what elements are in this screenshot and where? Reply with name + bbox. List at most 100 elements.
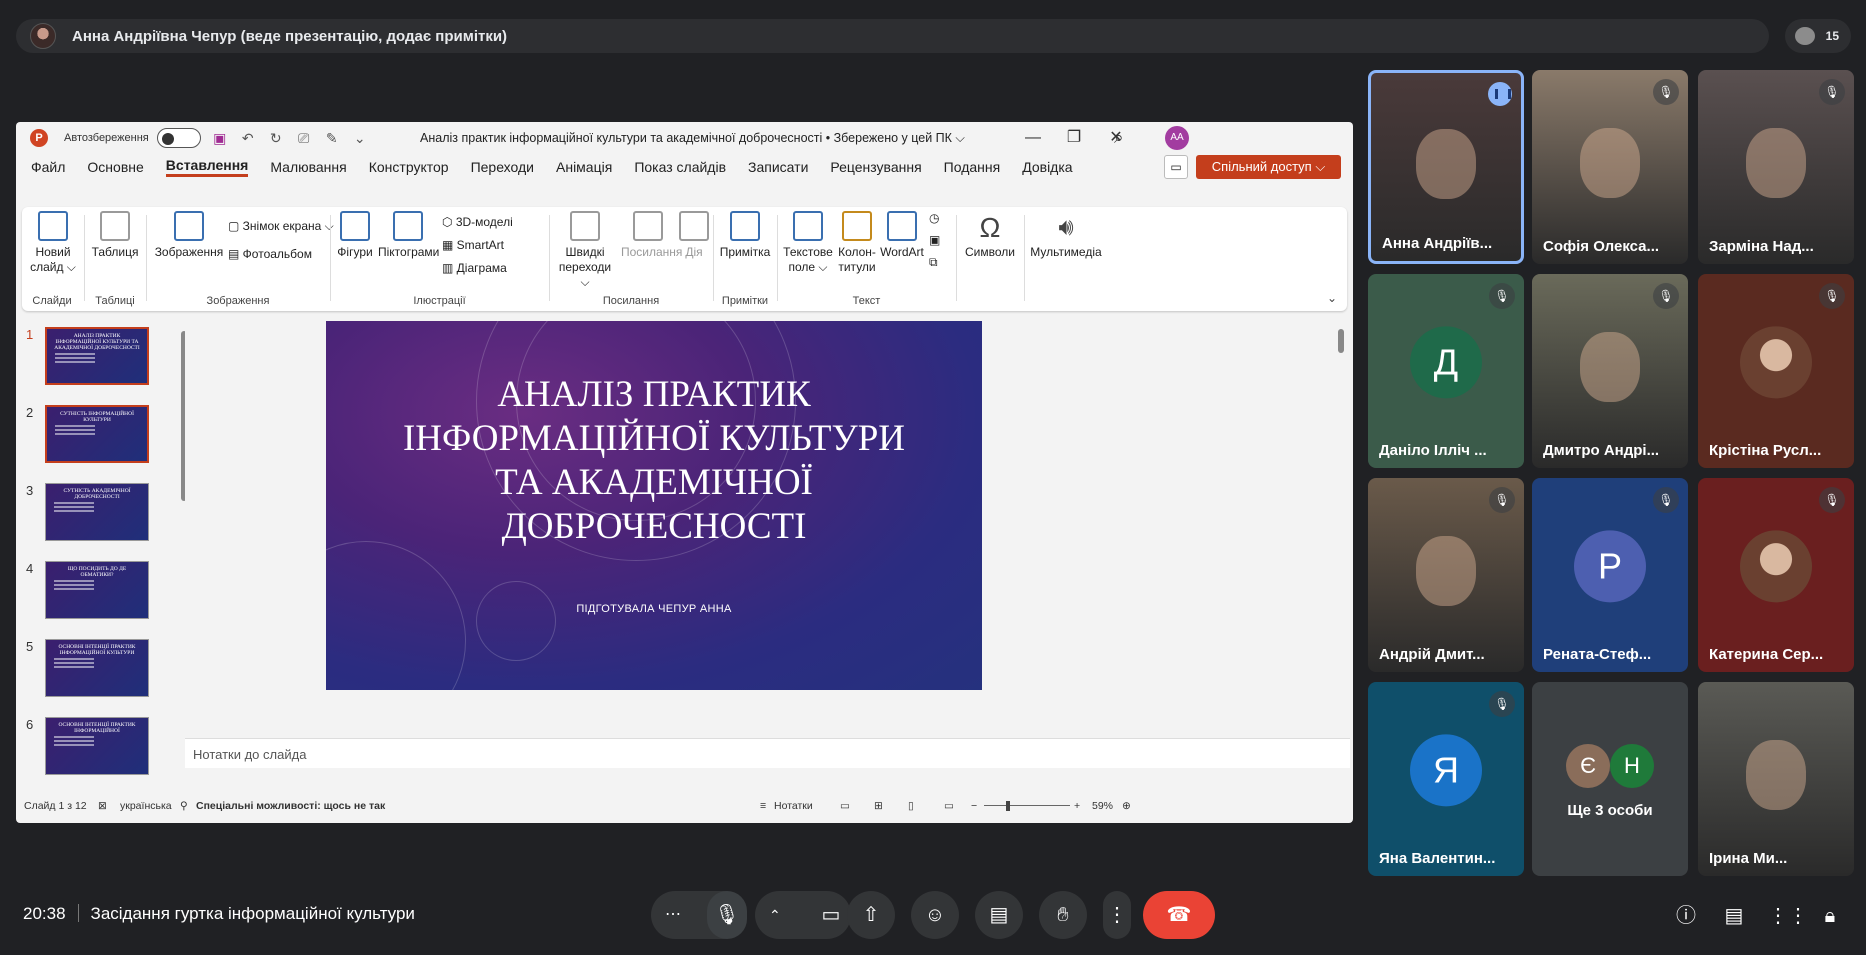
screenshot-button[interactable]: ▢ Знімок екрана ⌵ — [228, 219, 334, 234]
media-button[interactable]: 🔊︎ Мультимедіа — [1028, 211, 1104, 260]
save-icon[interactable]: ▣ — [211, 129, 229, 147]
accessibility-status[interactable]: Спеціальні можливості: щось не так — [196, 800, 385, 812]
tab-4[interactable]: Конструктор — [369, 159, 449, 175]
fit-slide-icon[interactable]: ⊕ — [1122, 800, 1131, 812]
current-slide[interactable]: АНАЛІЗ ПРАКТИК ІНФОРМАЦІЙНОЇ КУЛЬТУРИ ТА… — [326, 321, 982, 690]
symbols-button[interactable]: Ω Символи — [960, 211, 1020, 260]
minimize-icon[interactable]: — — [1018, 126, 1048, 150]
slide-thumbnail[interactable]: ЩО ПОСИДИТЬ ДО ДЕ ОБМАТИКИ? — [45, 561, 149, 619]
notes-pane[interactable]: Нотатки до слайда — [185, 738, 1350, 768]
tab-9[interactable]: Рецензування — [830, 159, 921, 175]
icons-button[interactable]: Піктограми — [378, 211, 439, 260]
normal-view-icon[interactable]: ▭ — [840, 800, 850, 812]
notes-toggle-label[interactable]: Нотатки — [774, 800, 813, 812]
share-button[interactable]: Спільний доступ ⌵ — [1196, 155, 1341, 179]
3d-models-button[interactable]: ⬡ 3D-моделі — [442, 215, 513, 229]
slide-number-icon[interactable]: ▣ — [929, 233, 940, 247]
scrollbar-thumb[interactable] — [1338, 329, 1344, 353]
activities-icon[interactable]: ⋮⋮ — [1768, 902, 1808, 930]
tab-1[interactable]: Основне — [87, 159, 143, 175]
images-button[interactable]: Зображення — [152, 211, 226, 260]
date-time-icon[interactable]: ◷ — [929, 211, 939, 225]
participant-tile[interactable]: Я Яна Валентин... 🎙︎ — [1368, 682, 1524, 876]
microphone-icon[interactable]: 🎙︎ — [707, 891, 747, 939]
slide-thumbnail[interactable]: СУТНІСТЬ АКАДЕМІЧНОЇ ДОБРОЧЕСНОСТІ — [45, 483, 149, 541]
action-button[interactable]: Дія — [679, 211, 709, 260]
chart-button[interactable]: ▥ Діаграма — [442, 261, 507, 275]
zoom-level[interactable]: 59% — [1092, 800, 1113, 812]
audio-options-icon[interactable]: ⋯ — [665, 891, 681, 939]
present-screen-button[interactable]: ⇧ — [847, 891, 895, 939]
undo-icon[interactable]: ↶ — [239, 129, 257, 147]
participant-tile[interactable]: Крістіна Русл... 🎙︎ — [1698, 274, 1854, 468]
customize-toolbar-icon[interactable]: ⌄ — [351, 129, 369, 147]
autosave-toggle[interactable] — [156, 128, 201, 148]
new-slide-button[interactable]: Новий слайд ⌵ — [30, 211, 76, 275]
participants-button[interactable]: 15 — [1785, 19, 1851, 53]
sorter-view-icon[interactable]: ⊞ — [874, 800, 883, 812]
participant-tile[interactable]: Ірина Ми... — [1698, 682, 1854, 876]
slide-thumbnail[interactable]: ОСНОВНІ ІНТЕНЦІЇ ПРАКТИК ІНФОРМАЦІЙНОЇ — [45, 717, 149, 775]
tab-6[interactable]: Анімація — [556, 159, 612, 175]
ribbon-collapse-icon[interactable]: ⌄ — [1327, 291, 1337, 305]
host-controls-icon[interactable]: 🔒︎ — [1816, 902, 1844, 930]
zoom-out-icon[interactable]: − — [971, 800, 977, 812]
participant-tile[interactable]: Анна Андріїв... — [1368, 70, 1524, 264]
chat-icon[interactable]: ▤ — [1720, 902, 1748, 930]
reactions-button[interactable]: ☺ — [911, 891, 959, 939]
video-options-icon[interactable]: ⌃ — [769, 891, 781, 939]
leave-call-button[interactable]: ☎︎ — [1143, 891, 1215, 939]
reading-view-icon[interactable]: ▯ — [908, 800, 914, 812]
tab-5[interactable]: Переходи — [471, 159, 534, 175]
document-title[interactable]: Аналіз практик інформаційної культури та… — [420, 131, 965, 146]
draw-icon[interactable]: ✎ — [323, 129, 341, 147]
language-label[interactable]: українська — [120, 800, 172, 812]
smartart-button[interactable]: ▦ SmartArt — [442, 238, 504, 252]
tab-11[interactable]: Довідка — [1022, 159, 1072, 175]
zoom-in-icon[interactable]: + — [1074, 800, 1080, 812]
more-options-button[interactable]: ⋮ — [1103, 891, 1131, 939]
participant-tile[interactable]: Дмитро Андрі... 🎙︎ — [1532, 274, 1688, 468]
tab-2[interactable]: Вставлення — [165, 157, 249, 177]
quick-links-button[interactable]: Швидкі переходи ⌵ — [553, 211, 617, 290]
present-icon[interactable]: ⎚ — [295, 129, 313, 147]
wordart-button[interactable]: WordArt — [879, 211, 925, 260]
header-footer-button[interactable]: Колон-титули — [837, 211, 877, 275]
raise-hand-button[interactable]: ✋︎ — [1039, 891, 1087, 939]
comments-icon[interactable]: ▭ — [1164, 155, 1188, 179]
photo-album-button[interactable]: ▤ Фотоальбом — [228, 247, 312, 261]
link-button[interactable]: Посилання — [621, 211, 682, 260]
table-button[interactable]: Таблиця — [90, 211, 140, 260]
participant-tile[interactable]: Катерина Сер... 🎙︎ — [1698, 478, 1854, 672]
user-avatar[interactable]: AA — [1165, 126, 1189, 150]
comment-button[interactable]: Примітка — [717, 211, 773, 260]
camera-icon[interactable]: ▭ — [811, 891, 851, 939]
tab-7[interactable]: Показ слайдів — [634, 159, 726, 175]
notes-toggle-icon[interactable]: ≡ — [760, 800, 766, 812]
spellcheck-icon[interactable]: ⊠ — [98, 800, 107, 812]
zoom-slider[interactable] — [984, 805, 1070, 806]
maximize-icon[interactable]: ❐ — [1059, 126, 1089, 150]
participant-tile[interactable]: Андрій Дмит... 🎙︎ — [1368, 478, 1524, 672]
close-icon[interactable]: ✕ — [1101, 126, 1131, 150]
tab-8[interactable]: Записати — [748, 159, 808, 175]
slideshow-icon[interactable]: ▭ — [944, 800, 954, 812]
meeting-info-icon[interactable]: ⓘ — [1672, 902, 1700, 930]
participant-tile[interactable]: Р Рената-Стеф... 🎙︎ — [1532, 478, 1688, 672]
participant-tile[interactable]: Софія Олекса... 🎙︎ — [1532, 70, 1688, 264]
canvas-scrollbar[interactable] — [1336, 317, 1346, 735]
redo-icon[interactable]: ↻ — [267, 129, 285, 147]
tab-0[interactable]: Файл — [31, 159, 65, 175]
slide-thumbnail[interactable]: СУТНІСТЬ ІНФОРМАЦІЙНОЇ КУЛЬТУРИ — [45, 405, 149, 463]
tab-10[interactable]: Подання — [944, 159, 1001, 175]
zoom-slider-handle[interactable] — [1006, 801, 1010, 811]
object-icon[interactable]: ⧉ — [929, 255, 938, 270]
textbox-button[interactable]: Текстове поле ⌵ — [781, 211, 835, 275]
captions-button[interactable]: ▤ — [975, 891, 1023, 939]
tab-3[interactable]: Малювання — [270, 159, 346, 175]
slide-thumbnail[interactable]: ОСНОВНІ ІНТЕНЦІЇ ПРАКТИК ІНФОРМАЦІЙНОЇ К… — [45, 639, 149, 697]
accessibility-icon[interactable]: ⚲ — [180, 800, 188, 812]
participant-tile[interactable]: Д Даніло Ілліч ... 🎙︎ — [1368, 274, 1524, 468]
slide-thumbnail[interactable]: АНАЛІЗ ПРАКТИК ІНФОРМАЦІЙНОЇ КУЛЬТУРИ ТА… — [45, 327, 149, 385]
participant-tile[interactable]: Є Н Ще 3 особи — [1532, 682, 1688, 876]
